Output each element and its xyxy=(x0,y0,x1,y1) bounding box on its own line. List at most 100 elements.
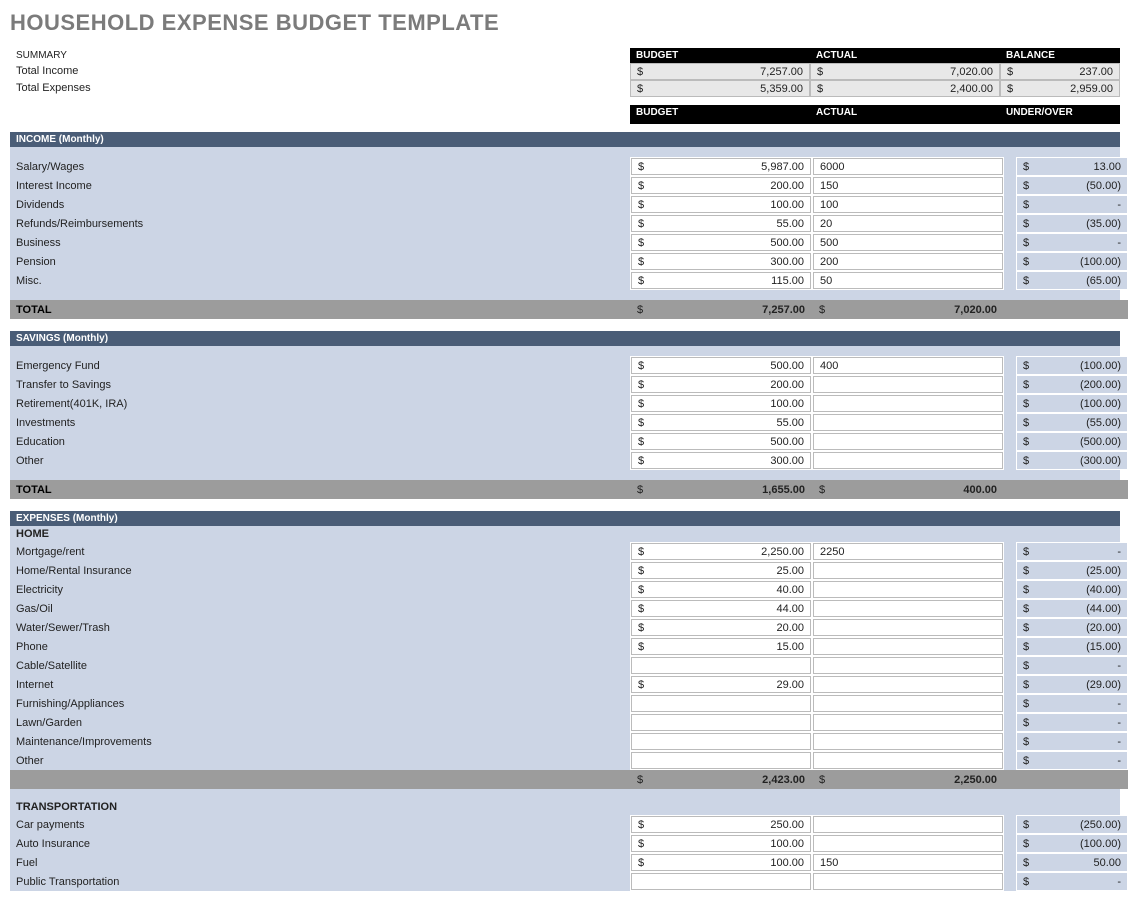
budget-cell[interactable]: $100.00 xyxy=(631,395,811,412)
data-row: Transfer to Savings$200.00$(200.00) xyxy=(10,375,1128,394)
summary-col-actual: ACTUAL xyxy=(810,48,1000,63)
actual-cell[interactable] xyxy=(813,695,1003,712)
actual-cell[interactable]: 150 xyxy=(813,854,1003,871)
actual-cell[interactable] xyxy=(813,433,1003,450)
col-budget: BUDGET xyxy=(630,105,810,124)
actual-cell[interactable] xyxy=(813,714,1003,731)
data-row: Education$500.00 $(500.00) xyxy=(10,432,1128,451)
summary-col-balance: BALANCE xyxy=(1000,48,1120,63)
row-label: Education xyxy=(10,432,630,451)
budget-cell[interactable] xyxy=(631,714,811,731)
income-total-actual: 7,020.00 xyxy=(954,304,997,316)
data-row: Fuel$100.00150 $50.00 xyxy=(10,853,1128,872)
actual-cell[interactable] xyxy=(813,376,1003,393)
budget-cell[interactable] xyxy=(631,752,811,769)
row-label: Auto Insurance xyxy=(10,834,630,853)
budget-cell[interactable] xyxy=(631,873,811,890)
budget-cell[interactable]: $40.00 xyxy=(631,581,811,598)
summary-actual-cell: $7,020.00 xyxy=(810,63,1000,80)
actual-cell[interactable]: 50 xyxy=(813,272,1003,289)
uo-cell: $(500.00) xyxy=(1017,433,1127,450)
actual-cell[interactable] xyxy=(813,676,1003,693)
home-subtotal-budget: 2,423.00 xyxy=(762,774,805,786)
budget-cell[interactable]: $200.00 xyxy=(631,177,811,194)
actual-cell[interactable]: 400 xyxy=(813,357,1003,374)
actual-cell[interactable]: 6000 xyxy=(813,158,1003,175)
budget-cell[interactable]: $500.00 xyxy=(631,357,811,374)
actual-cell[interactable] xyxy=(813,562,1003,579)
actual-cell[interactable]: 20 xyxy=(813,215,1003,232)
actual-cell[interactable] xyxy=(813,835,1003,852)
actual-cell[interactable]: 150 xyxy=(813,177,1003,194)
actual-cell[interactable] xyxy=(813,452,1003,469)
row-label: Water/Sewer/Trash xyxy=(10,618,630,637)
data-row: Water/Sewer/Trash$20.00$(20.00) xyxy=(10,618,1128,637)
budget-cell[interactable]: $300.00 xyxy=(631,452,811,469)
uo-cell: $(100.00) xyxy=(1017,395,1127,412)
budget-cell[interactable]: $15.00 xyxy=(631,638,811,655)
data-row: Maintenance/Improvements$- xyxy=(10,732,1128,751)
uo-cell: $(35.00) xyxy=(1017,215,1127,232)
budget-cell[interactable] xyxy=(631,657,811,674)
budget-cell[interactable]: $300.00 xyxy=(631,253,811,270)
budget-cell[interactable]: $44.00 xyxy=(631,600,811,617)
uo-cell: $(44.00) xyxy=(1017,600,1127,617)
actual-cell[interactable] xyxy=(813,752,1003,769)
row-label: Fuel xyxy=(10,853,630,872)
actual-cell[interactable] xyxy=(813,873,1003,890)
uo-cell: $50.00 xyxy=(1017,854,1127,871)
budget-cell[interactable]: $100.00 xyxy=(631,854,811,871)
budget-cell[interactable]: $115.00 xyxy=(631,272,811,289)
budget-cell[interactable]: $100.00 xyxy=(631,196,811,213)
budget-cell[interactable]: $25.00 xyxy=(631,562,811,579)
uo-cell: $(100.00) xyxy=(1017,357,1127,374)
data-row: Public Transportation$- xyxy=(10,872,1128,891)
savings-total-budget: 1,655.00 xyxy=(762,484,805,496)
actual-cell[interactable] xyxy=(813,816,1003,833)
actual-cell[interactable] xyxy=(813,395,1003,412)
budget-cell[interactable]: $55.00 xyxy=(631,215,811,232)
budget-cell[interactable]: $200.00 xyxy=(631,376,811,393)
budget-cell[interactable] xyxy=(631,695,811,712)
savings-total-actual: 400.00 xyxy=(963,484,997,496)
row-label: Lawn/Garden xyxy=(10,713,630,732)
actual-cell[interactable] xyxy=(813,619,1003,636)
actual-cell[interactable]: 100 xyxy=(813,196,1003,213)
summary-row-label: Total Expenses xyxy=(10,80,630,97)
data-row: Investments$55.00$(55.00) xyxy=(10,413,1128,432)
summary-balance-cell: $237.00 xyxy=(1000,63,1120,80)
actual-cell[interactable]: 2250 xyxy=(813,543,1003,560)
actual-cell[interactable] xyxy=(813,657,1003,674)
actual-cell[interactable] xyxy=(813,638,1003,655)
uo-cell: $- xyxy=(1017,873,1127,890)
data-row: Mortgage/rent$2,250.002250$- xyxy=(10,542,1128,561)
budget-cell[interactable]: $55.00 xyxy=(631,414,811,431)
uo-cell: $(25.00) xyxy=(1017,562,1127,579)
budget-cell[interactable]: $5,987.00 xyxy=(631,158,811,175)
actual-cell[interactable] xyxy=(813,414,1003,431)
data-row: Other$300.00$(300.00) xyxy=(10,451,1128,470)
budget-cell[interactable]: $100.00 xyxy=(631,835,811,852)
home-subtotal-actual: 2,250.00 xyxy=(954,774,997,786)
income-total-budget: 7,257.00 xyxy=(762,304,805,316)
uo-cell: $(250.00) xyxy=(1017,816,1127,833)
transport-subhead: TRANSPORTATION xyxy=(10,799,1120,815)
row-label: Retirement(401K, IRA) xyxy=(10,394,630,413)
budget-cell[interactable]: $500.00 xyxy=(631,433,811,450)
budget-cell[interactable]: $29.00 xyxy=(631,676,811,693)
data-row: Cable/Satellite$- xyxy=(10,656,1128,675)
budget-cell[interactable] xyxy=(631,733,811,750)
budget-cell[interactable]: $500.00 xyxy=(631,234,811,251)
budget-cell[interactable]: $20.00 xyxy=(631,619,811,636)
actual-cell[interactable] xyxy=(813,600,1003,617)
actual-cell[interactable] xyxy=(813,581,1003,598)
summary-budget-cell: $5,359.00 xyxy=(630,80,810,97)
summary-row-label: Total Income xyxy=(10,63,630,80)
actual-cell[interactable]: 200 xyxy=(813,253,1003,270)
actual-cell[interactable]: 500 xyxy=(813,234,1003,251)
budget-cell[interactable]: $2,250.00 xyxy=(631,543,811,560)
budget-cell[interactable]: $250.00 xyxy=(631,816,811,833)
income-total-row: TOTAL $7,257.00 $7,020.00 xyxy=(10,300,1128,319)
home-subhead: HOME xyxy=(10,526,1120,542)
actual-cell[interactable] xyxy=(813,733,1003,750)
